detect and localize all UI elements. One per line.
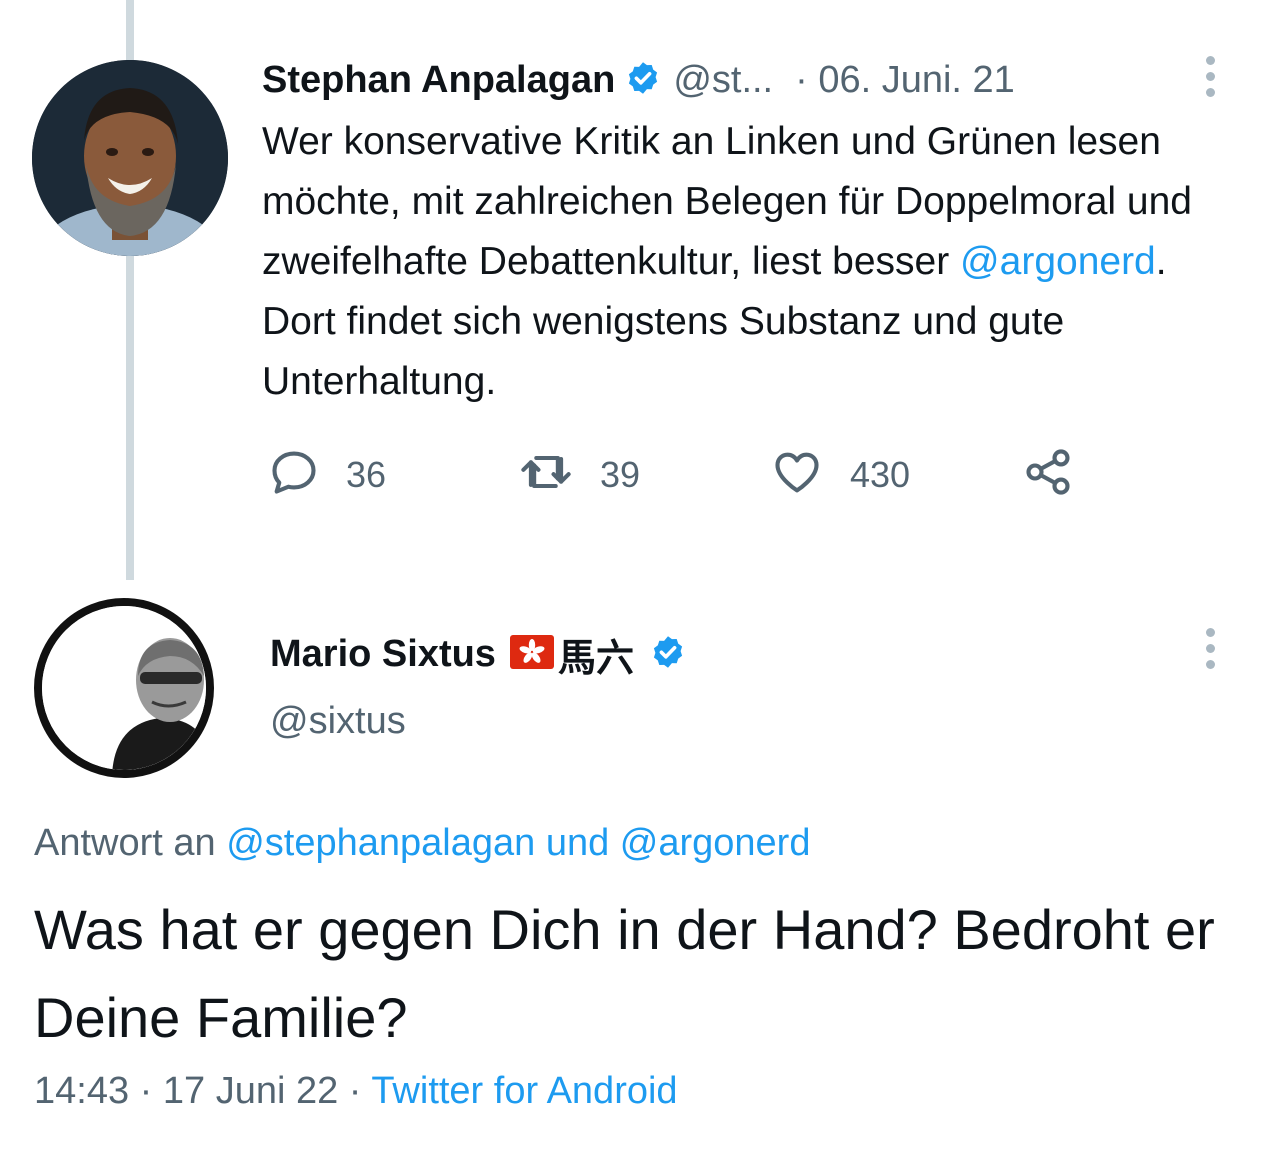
reply-count: 36 xyxy=(346,453,387,495)
tweet1-header: Stephan Anpalagan @st... · 06. Juni. 21 xyxy=(262,52,1015,108)
reply-icon xyxy=(268,446,320,503)
tweet2-timestamp[interactable]: 14:43 · 17 Juni 22 · xyxy=(34,1070,371,1112)
tweet2-author-name[interactable]: Mario Sixtus xyxy=(270,633,496,676)
tweet2-meta: 14:43 · 17 Juni 22 · Twitter for Android xyxy=(34,1070,678,1113)
tweet1-actions: 36 39 430 xyxy=(268,446,1076,503)
tweet2-author-name-cjk: 馬六 xyxy=(557,637,634,680)
reply-button[interactable]: 36 xyxy=(268,446,518,503)
avatar-photo-mario xyxy=(42,606,206,770)
tweet1-date[interactable]: · 06. Juni. 21 xyxy=(795,59,1015,102)
tweet2-header: Mario Sixtus 馬六 xyxy=(270,626,698,682)
tweet2-source[interactable]: Twitter for Android xyxy=(371,1070,677,1112)
like-button[interactable]: 430 xyxy=(770,446,1020,503)
mention-link[interactable]: @argonerd xyxy=(960,240,1156,283)
retweet-icon xyxy=(518,446,574,503)
share-icon xyxy=(1020,446,1076,503)
replying-prefix: Antwort an xyxy=(34,822,227,864)
avatar-mario[interactable] xyxy=(34,598,214,778)
hong-kong-flag-icon xyxy=(509,634,554,674)
like-icon xyxy=(770,446,824,503)
replying-to-mentions[interactable]: @stephanpalagan und @argonerd xyxy=(226,822,810,864)
replying-to: Antwort an @stephanpalagan und @argonerd xyxy=(34,822,810,865)
like-count: 430 xyxy=(850,453,911,495)
verified-icon xyxy=(650,634,686,675)
avatar-photo-stephan xyxy=(32,60,228,256)
tweet1-text: Wer konservative Kritik an Linken und Gr… xyxy=(262,112,1242,412)
avatar-stephan[interactable] xyxy=(32,60,228,256)
tweet1-author-name[interactable]: Stephan Anpalagan xyxy=(262,59,615,102)
tweet2-author-handle[interactable]: @sixtus xyxy=(270,700,406,743)
more-icon[interactable] xyxy=(1202,56,1218,97)
verified-icon xyxy=(625,60,661,101)
tweet1-author-handle[interactable]: @st... xyxy=(673,59,773,102)
more-icon[interactable] xyxy=(1202,628,1218,669)
tweet2-text: Was hat er gegen Dich in der Hand? Bedro… xyxy=(34,898,1215,1049)
retweet-button[interactable]: 39 xyxy=(518,446,770,503)
retweet-count: 39 xyxy=(600,453,641,495)
share-button[interactable] xyxy=(1020,446,1076,503)
